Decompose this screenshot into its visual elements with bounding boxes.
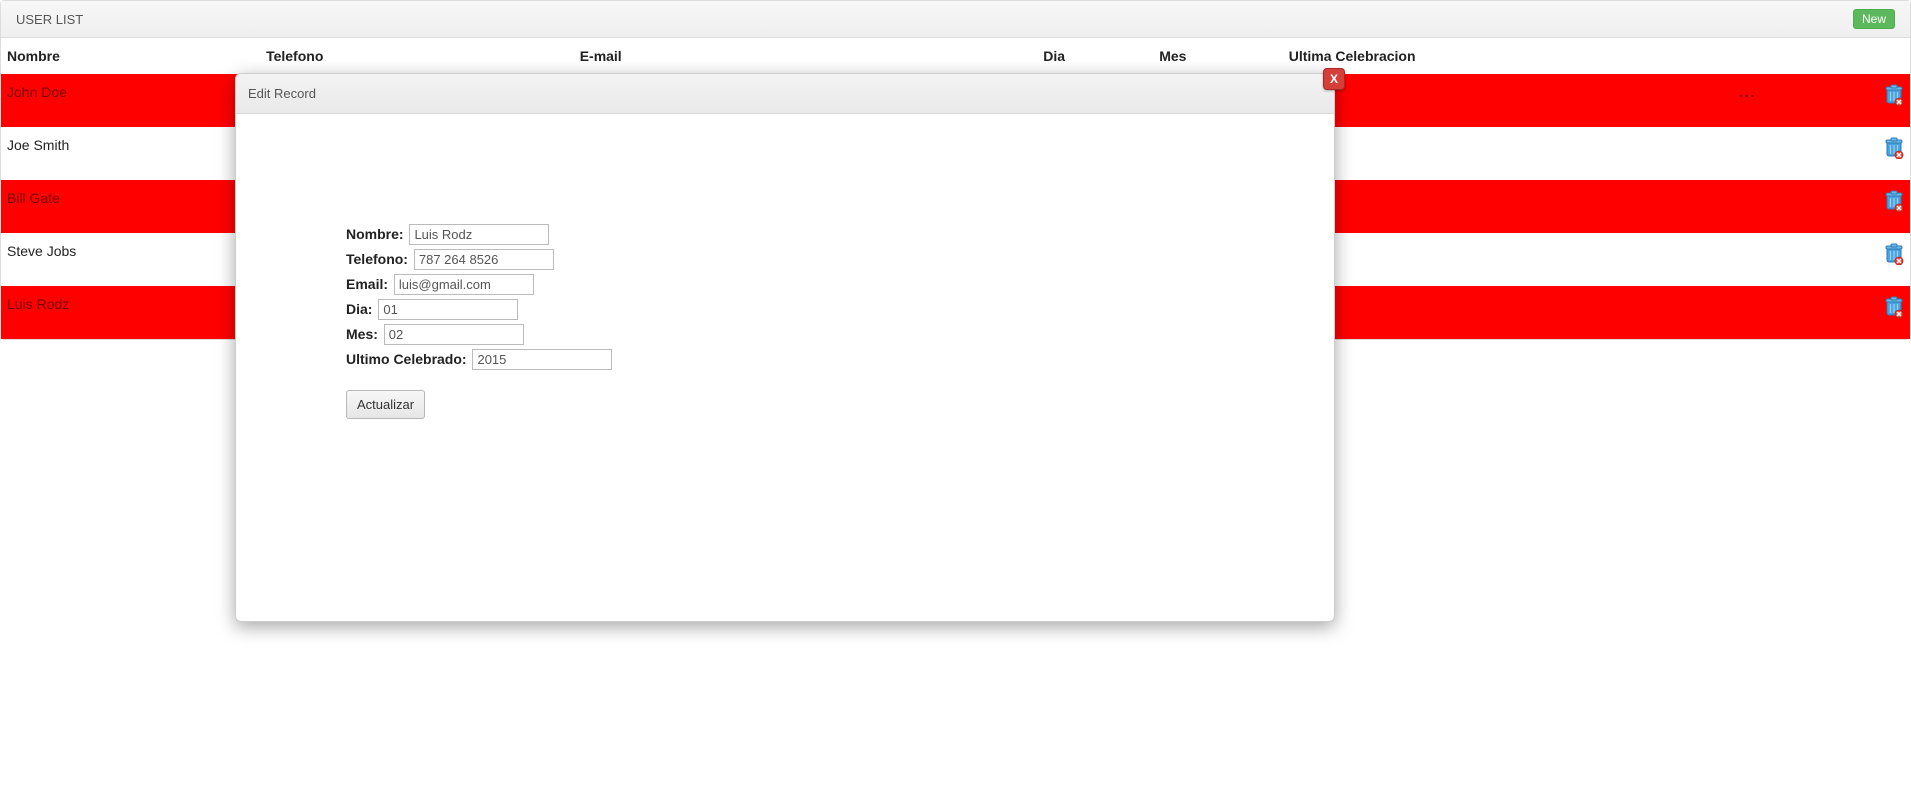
row-delete-cell bbox=[1828, 286, 1910, 339]
col-header-actions bbox=[1733, 38, 1828, 74]
label-nombre: Nombre: bbox=[346, 226, 404, 242]
form-row-mes: Mes: bbox=[346, 324, 1334, 345]
row-more-actions bbox=[1733, 180, 1828, 233]
cell-ultima bbox=[1283, 127, 1733, 180]
edit-record-modal: Edit Record X Nombre: Telefono: Email: D… bbox=[235, 73, 1335, 622]
cell-nombre: Luis Rodz bbox=[1, 286, 260, 339]
col-header-delete bbox=[1828, 38, 1910, 74]
col-header-dia: Dia bbox=[1037, 38, 1153, 74]
row-more-actions bbox=[1733, 286, 1828, 339]
modal-close-button[interactable]: X bbox=[1323, 68, 1345, 90]
input-mes[interactable] bbox=[384, 324, 524, 345]
cell-ultima bbox=[1283, 74, 1733, 127]
modal-header: Edit Record X bbox=[236, 74, 1334, 114]
label-dia: Dia: bbox=[346, 301, 372, 317]
more-icon[interactable]: ... bbox=[1739, 84, 1757, 100]
row-more-actions[interactable]: ... bbox=[1733, 74, 1828, 127]
col-header-mes: Mes bbox=[1153, 38, 1283, 74]
row-delete-cell bbox=[1828, 180, 1910, 233]
cell-nombre: Steve Jobs bbox=[1, 233, 260, 286]
label-telefono: Telefono: bbox=[346, 251, 408, 267]
new-button[interactable]: New bbox=[1853, 9, 1895, 29]
input-nombre[interactable] bbox=[409, 224, 549, 245]
trash-delete-icon[interactable] bbox=[1884, 190, 1904, 215]
col-header-telefono: Telefono bbox=[260, 38, 574, 74]
cell-ultima bbox=[1283, 286, 1733, 339]
row-delete-cell bbox=[1828, 74, 1910, 127]
cell-nombre: Bill Gate bbox=[1, 180, 260, 233]
form-row-email: Email: bbox=[346, 274, 1334, 295]
input-dia[interactable] bbox=[378, 299, 518, 320]
label-mes: Mes: bbox=[346, 326, 378, 342]
form-row-ultimo: Ultimo Celebrado: bbox=[346, 349, 1334, 370]
trash-delete-icon[interactable] bbox=[1884, 296, 1904, 321]
table-header-row: Nombre Telefono E-mail Dia Mes Ultima Ce… bbox=[1, 38, 1910, 74]
row-delete-cell bbox=[1828, 127, 1910, 180]
col-header-ultima: Ultima Celebracion bbox=[1283, 38, 1733, 74]
trash-delete-icon[interactable] bbox=[1884, 243, 1904, 268]
modal-body: Nombre: Telefono: Email: Dia: Mes: Ultim… bbox=[236, 114, 1334, 419]
cell-ultima bbox=[1283, 233, 1733, 286]
cell-nombre: John Doe bbox=[1, 74, 260, 127]
row-more-actions bbox=[1733, 233, 1828, 286]
label-email: Email: bbox=[346, 276, 388, 292]
form-row-nombre: Nombre: bbox=[346, 224, 1334, 245]
form-row-telefono: Telefono: bbox=[346, 249, 1334, 270]
row-delete-cell bbox=[1828, 233, 1910, 286]
label-ultimo: Ultimo Celebrado: bbox=[346, 351, 467, 367]
panel-title: USER LIST bbox=[16, 12, 83, 27]
col-header-nombre: Nombre bbox=[1, 38, 260, 74]
cell-nombre: Joe Smith bbox=[1, 127, 260, 180]
trash-delete-icon[interactable] bbox=[1884, 84, 1904, 109]
input-email[interactable] bbox=[394, 274, 534, 295]
cell-ultima bbox=[1283, 180, 1733, 233]
modal-title: Edit Record bbox=[248, 86, 316, 101]
row-more-actions bbox=[1733, 127, 1828, 180]
input-telefono[interactable] bbox=[414, 249, 554, 270]
form-row-dia: Dia: bbox=[346, 299, 1334, 320]
col-header-email: E-mail bbox=[574, 38, 1038, 74]
update-button[interactable]: Actualizar bbox=[346, 390, 425, 419]
trash-delete-icon[interactable] bbox=[1884, 137, 1904, 162]
panel-heading: USER LIST New bbox=[1, 1, 1910, 38]
input-ultimo[interactable] bbox=[472, 349, 612, 370]
